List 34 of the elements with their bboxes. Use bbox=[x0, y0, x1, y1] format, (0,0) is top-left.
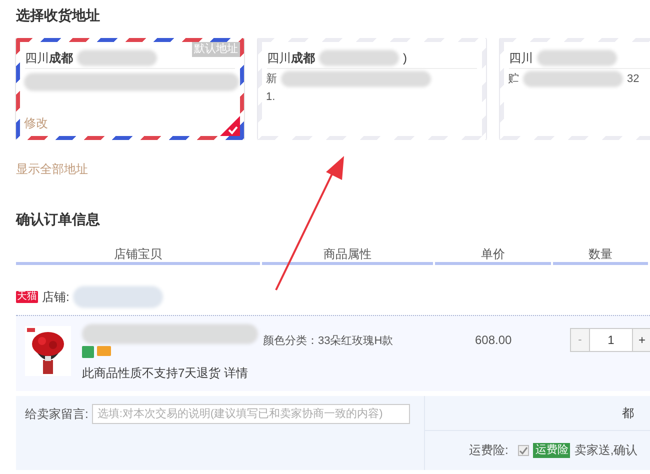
message-field[interactable]: 选填:对本次交易的说明(建议填写已和卖家协商一致的内容) bbox=[92, 404, 410, 424]
text-fragment: 新 bbox=[266, 72, 277, 87]
column-header: 数量 bbox=[553, 245, 648, 265]
text-fragment: 1. bbox=[266, 90, 276, 105]
text-fragment: 32 bbox=[627, 72, 640, 87]
service-icon bbox=[82, 346, 94, 358]
column-header: 店铺宝贝 bbox=[16, 245, 260, 265]
item-attributes: 颜色分类：33朵红玫瑰H款 bbox=[263, 335, 394, 347]
insurance-text: 卖家送,确认 bbox=[574, 442, 638, 459]
details-link[interactable]: 详情 bbox=[224, 366, 248, 380]
insurance-label: 运费险: bbox=[469, 442, 508, 459]
address-card[interactable]: 四川成都 ) 新 1. bbox=[258, 38, 486, 140]
service-icon bbox=[97, 346, 111, 356]
selected-check-icon bbox=[220, 116, 240, 136]
insurance-checkbox[interactable] bbox=[518, 444, 530, 456]
tmall-badge: 天猫 bbox=[16, 291, 38, 303]
text-fragment: 都 bbox=[622, 405, 634, 422]
insurance-tag: 运费险 bbox=[533, 442, 570, 458]
region-name: 四川成都 bbox=[267, 50, 315, 66]
address-card[interactable]: 四川 贮 32 bbox=[500, 38, 650, 140]
column-header: 商品属性 bbox=[262, 245, 433, 265]
return-note: 此商品性质不支持7天退货 详情 bbox=[82, 365, 250, 382]
text-fragment: ) bbox=[403, 50, 407, 66]
region-name: 四川成都 bbox=[25, 50, 73, 66]
section-title: 选择收货地址 bbox=[15, 6, 101, 25]
message-label: 给卖家留言: bbox=[25, 406, 88, 423]
unit-price: 608.00 bbox=[475, 333, 512, 347]
increment-button[interactable]: + bbox=[632, 328, 650, 352]
quantity-field[interactable]: 1 bbox=[590, 328, 632, 352]
section-title: 确认订单信息 bbox=[14, 210, 101, 229]
text-fragment: 贮 bbox=[508, 72, 519, 87]
column-header: 单价 bbox=[435, 245, 551, 265]
shop-label: 店铺: bbox=[42, 289, 70, 306]
region-name: 四川 bbox=[509, 50, 533, 66]
